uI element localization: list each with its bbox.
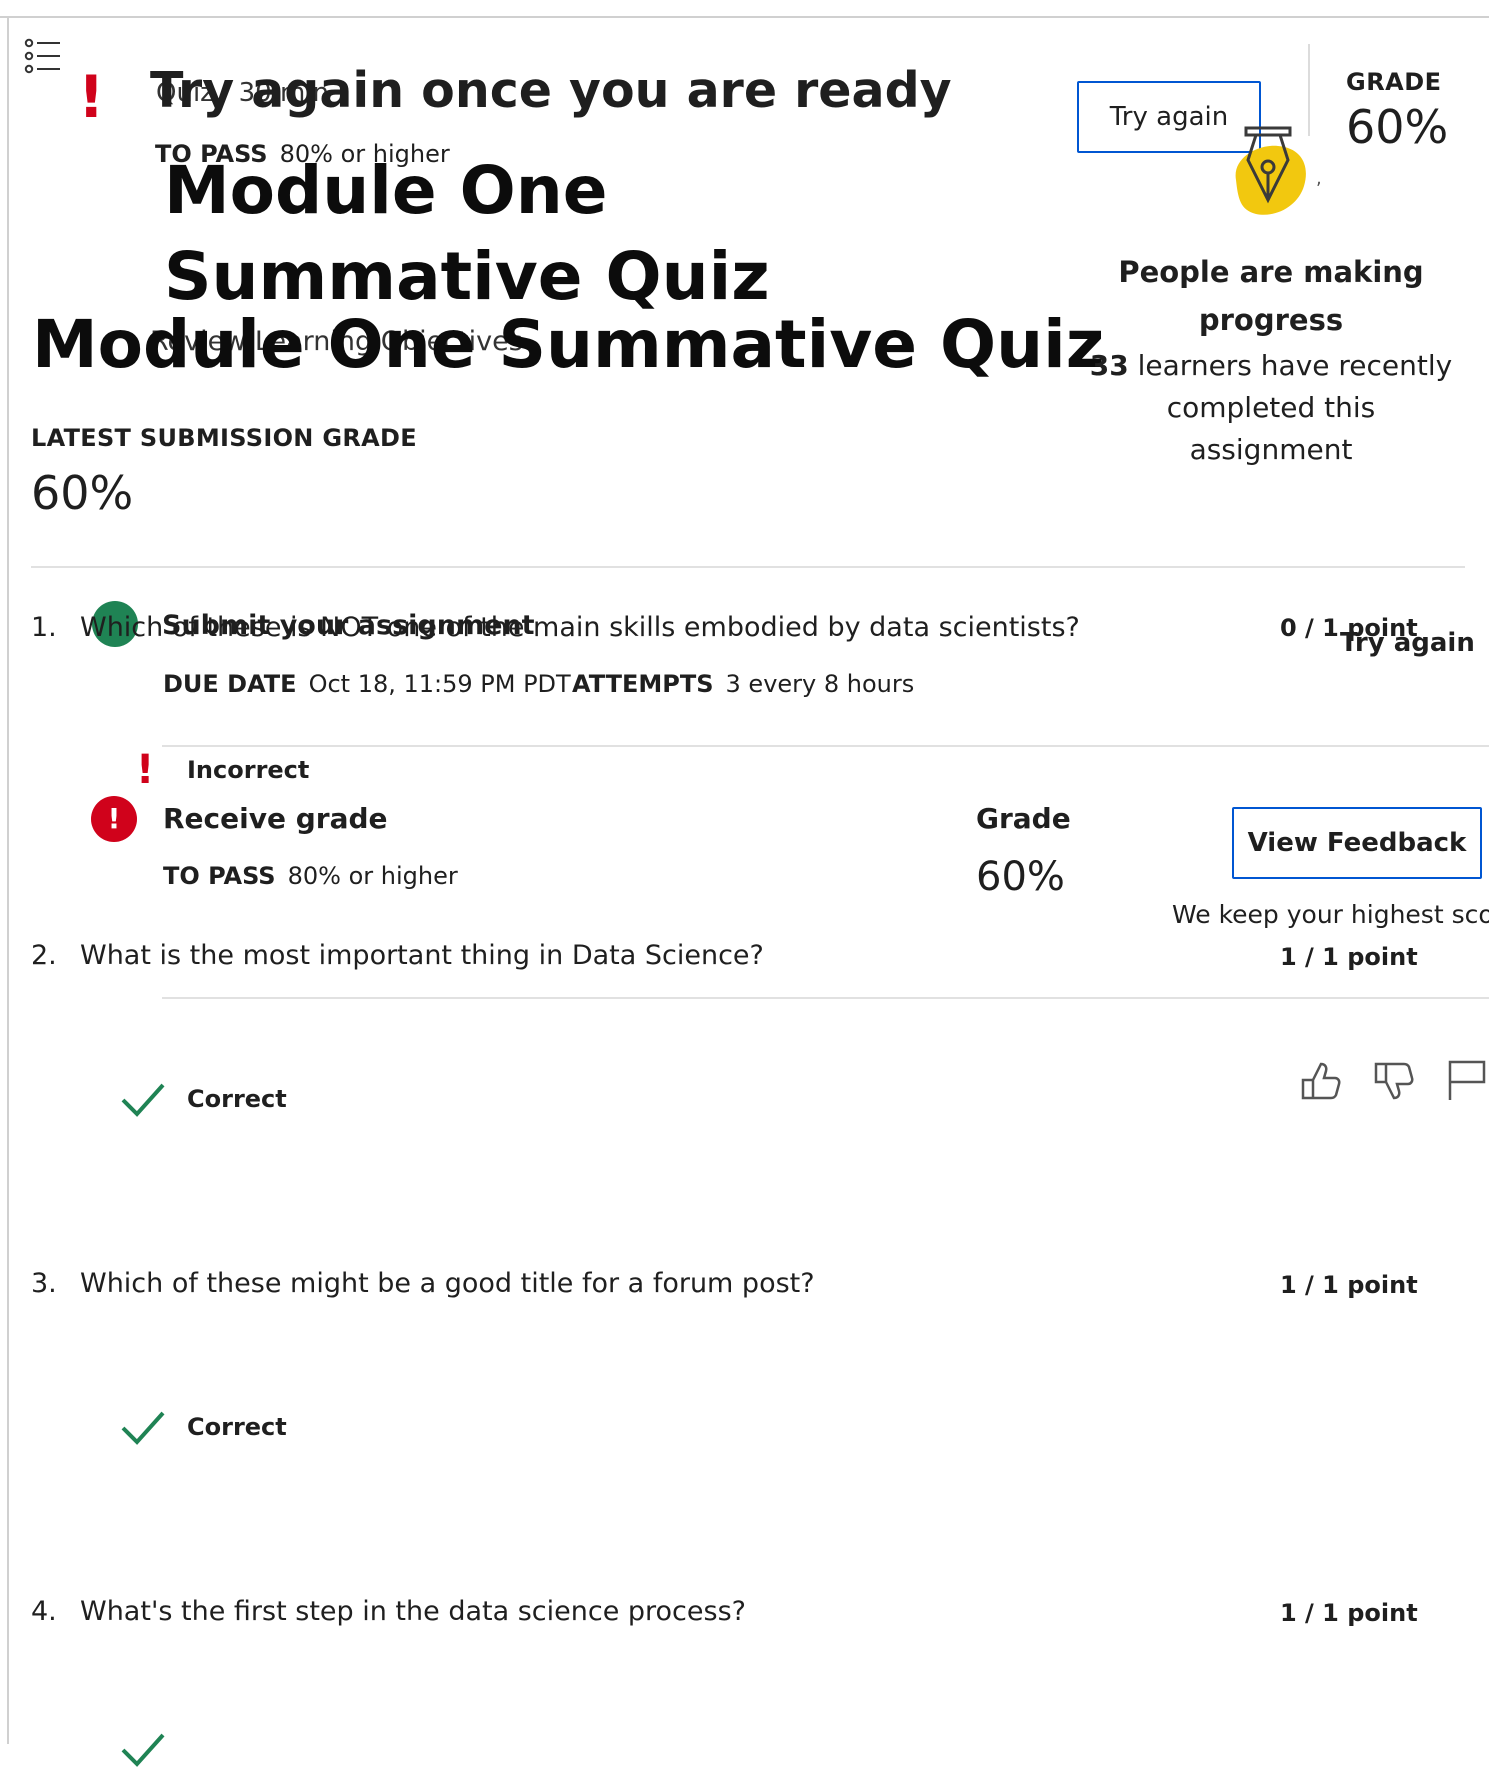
thumbs-down-icon[interactable] — [1370, 1058, 1416, 1104]
check-icon — [121, 1733, 165, 1767]
attempts: ATTEMPTS 3 every 8 hours — [572, 670, 914, 698]
question-number: 3. — [31, 1268, 57, 1299]
grade-label: GRADE — [1346, 68, 1442, 96]
stray-comma: , — [1316, 168, 1322, 189]
thumbs-up-icon[interactable] — [1297, 1058, 1343, 1104]
question-points: 1 / 1 point — [1280, 1271, 1418, 1299]
question-number: 4. — [31, 1596, 57, 1627]
learners-text: learners have recently completed this as… — [1128, 349, 1453, 466]
flag-icon[interactable] — [1444, 1058, 1489, 1104]
receive-to-pass-value: 80% or higher — [287, 862, 458, 890]
submit-assignment-heading: Submit your assignment — [162, 610, 535, 641]
question-points: 1 / 1 point — [1280, 1599, 1418, 1627]
warning-exclamation-icon: ! — [78, 63, 105, 131]
receive-grade-label: Grade — [976, 802, 1071, 835]
receive-to-pass-label: TO PASS — [163, 862, 276, 890]
question-points: 1 / 1 point — [1280, 943, 1418, 971]
incorrect-exclamation-icon: ! — [136, 747, 155, 793]
learners-count: 33 — [1089, 349, 1129, 382]
result-label: Incorrect — [187, 756, 310, 784]
due-date-value: Oct 18, 11:59 PM PDT — [308, 670, 571, 698]
question-text: What's the first step in the data scienc… — [80, 1596, 746, 1627]
highest-score-note: We keep your highest score — [1172, 900, 1489, 929]
view-feedback-button[interactable]: View Feedback — [1232, 807, 1482, 879]
latest-submission-label: LATEST SUBMISSION GRADE — [31, 424, 417, 452]
due-date-label: DUE DATE — [163, 670, 297, 698]
page-title: Module One Summative Quiz — [32, 306, 1105, 383]
due-date: DUE DATE Oct 18, 11:59 PM PDT — [163, 670, 571, 698]
question-text: What is the most important thing in Data… — [80, 940, 764, 971]
check-icon — [121, 1083, 165, 1117]
top-border — [0, 16, 1489, 18]
latest-submission-value: 60% — [31, 466, 134, 520]
receive-to-pass: TO PASS 80% or higher — [163, 862, 458, 890]
section-divider — [31, 566, 1465, 568]
result-label: Correct — [187, 1413, 287, 1441]
attempts-label: ATTEMPTS — [572, 670, 714, 698]
grade-value: 60% — [1346, 100, 1449, 154]
result-label: Correct — [187, 1085, 287, 1113]
progress-heading: People are making progress — [1118, 255, 1424, 337]
section-divider — [162, 997, 1489, 999]
try-again-link[interactable]: Try again — [1340, 628, 1475, 658]
check-icon — [121, 1411, 165, 1445]
receive-grade-alert-icon: ! — [91, 796, 137, 842]
attempts-value: 3 every 8 hours — [725, 670, 915, 698]
quiz-title-wrapped: Module One Summative Quiz — [164, 152, 770, 315]
question-number: 1. — [31, 612, 57, 643]
left-border — [7, 16, 9, 1744]
question-text: Which of these might be a good title for… — [80, 1268, 815, 1299]
section-divider — [162, 745, 1489, 747]
question-number: 2. — [31, 940, 57, 971]
progress-description: 33 learners have recently completed this… — [1086, 345, 1456, 471]
list-menu-icon[interactable] — [24, 38, 62, 74]
receive-grade-value: 60% — [976, 854, 1065, 900]
status-heading: Try again once you are ready — [150, 62, 952, 119]
receive-grade-heading: Receive grade — [163, 802, 388, 835]
